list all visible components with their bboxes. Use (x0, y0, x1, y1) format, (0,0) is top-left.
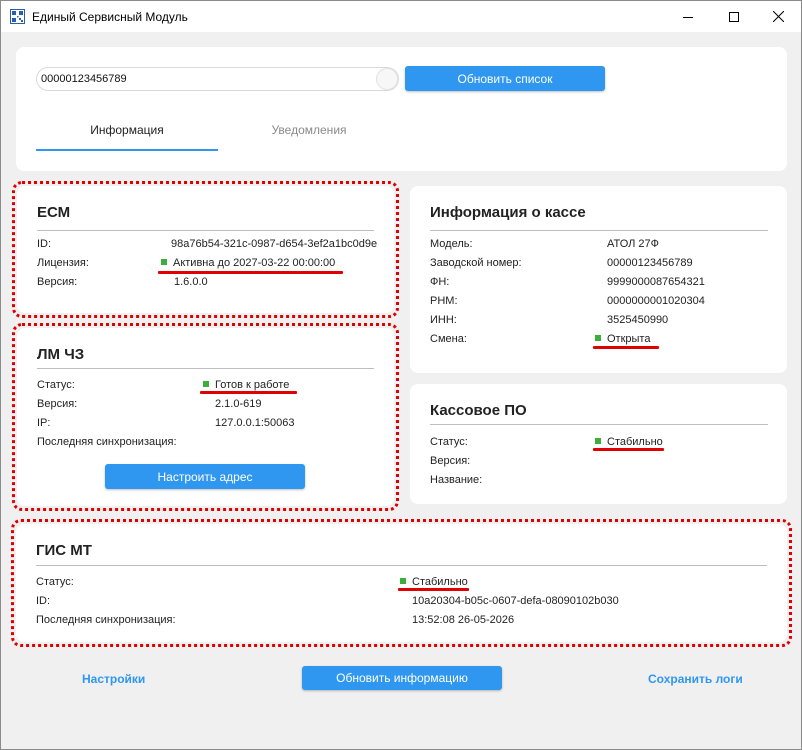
ecm-version-value: 1.6.0.0 (174, 276, 208, 288)
close-icon (772, 11, 784, 22)
cash-register-card: Информация о кассе Модель: АТОЛ 27Ф Заво… (410, 186, 787, 373)
status-ok-indicator (161, 259, 167, 265)
title-bar: Единый Сервисный Модуль (1, 1, 801, 32)
refresh-list-button[interactable]: Обновить список (405, 66, 605, 91)
window-title: Единый Сервисный Модуль (32, 10, 188, 24)
top-panel: Обновить список Информация Уведомления (16, 47, 787, 171)
kassa-fn-label: ФН: (430, 276, 450, 288)
status-ok-indicator (400, 578, 406, 584)
kassa-inn-value: 3525450990 (607, 314, 669, 326)
close-button[interactable] (755, 1, 801, 32)
divider (36, 565, 767, 566)
po-version-label: Версия: (430, 455, 471, 467)
gis-title: ГИС МТ (36, 542, 92, 559)
input-clear-knob[interactable] (376, 68, 398, 90)
kassa-fn-value: 9999000087654321 (607, 276, 705, 288)
maximize-button[interactable] (711, 1, 757, 32)
status-ok-indicator (595, 438, 601, 444)
highlight-underline (593, 448, 664, 451)
update-info-button[interactable]: Обновить информацию (302, 666, 502, 690)
highlight-underline (593, 346, 659, 349)
po-status-text: Стабильно (607, 436, 663, 448)
kassa-inn-label: ИНН: (430, 314, 457, 326)
ecm-license-value: Активна до 2027-03-22 00:00:00 (161, 257, 335, 269)
kassa-model-label: Модель: (430, 238, 473, 250)
kassa-serial-value: 00000123456789 (607, 257, 693, 269)
ecm-id-label: ID: (37, 238, 52, 250)
highlight-underline (200, 391, 297, 394)
serial-number-input[interactable] (36, 67, 399, 91)
active-tab-indicator (36, 149, 218, 151)
lm-status-text: Готов к работе (215, 379, 290, 391)
main-window: Единый Сервисный Модуль Обновить список … (0, 0, 802, 750)
kassa-rnm-value: 0000000001020304 (607, 295, 705, 307)
kassa-model-value: АТОЛ 27Ф (607, 238, 660, 250)
gis-mt-card: ГИС МТ Статус: Стабильно ID: 10a20304-b0… (16, 524, 787, 642)
tab-information[interactable]: Информация (36, 122, 218, 138)
ecm-license-text: Активна до 2027-03-22 00:00:00 (173, 257, 336, 269)
ecm-card: ЕСМ ID: 98a76b54-321c-0987-d654-3ef2a1bc… (17, 186, 394, 313)
cash-software-card: Кассовое ПО Статус: Стабильно Версия: На… (410, 384, 787, 504)
ecm-license-label: Лицензия: (37, 257, 89, 269)
kassa-shift-label: Смена: (430, 333, 467, 345)
kassa-shift-text: Открыта (607, 333, 651, 345)
kassa-serial-label: Заводской номер: (430, 257, 522, 269)
lm-chz-card: ЛМ ЧЗ Статус: Готов к работе Версия: 2.1… (17, 328, 394, 506)
kassa-title: Информация о кассе (430, 204, 586, 221)
highlight-underline (158, 271, 343, 274)
minimize-icon (683, 16, 693, 18)
configure-address-button[interactable]: Настроить адрес (105, 464, 305, 489)
lm-status-label: Статус: (37, 379, 75, 391)
lm-version-label: Версия: (37, 398, 78, 410)
gis-id-label: ID: (36, 595, 51, 607)
gis-status-value: Стабильно (400, 576, 468, 588)
po-status-value: Стабильно (595, 436, 663, 448)
minimize-button[interactable] (665, 1, 711, 32)
gis-id-value: 10a20304-b05c-0607-defa-08090102b030 (412, 595, 619, 607)
lm-ip-label: IP: (37, 417, 51, 429)
tab-notifications[interactable]: Уведомления (218, 122, 400, 138)
ecm-title: ЕСМ (37, 204, 71, 221)
po-status-label: Статус: (430, 436, 468, 448)
divider (37, 230, 374, 231)
ecm-version-label: Версия: (37, 276, 78, 288)
settings-link[interactable]: Настройки (82, 672, 145, 686)
maximize-icon (729, 11, 739, 22)
divider (37, 368, 374, 369)
gis-status-text: Стабильно (412, 576, 468, 588)
divider (430, 424, 768, 425)
status-ok-indicator (203, 381, 209, 387)
kassa-rnm-label: РНМ: (430, 295, 458, 307)
lm-title: ЛМ ЧЗ (37, 346, 85, 363)
lm-version-value: 2.1.0-619 (215, 398, 262, 410)
gis-status-label: Статус: (36, 576, 74, 588)
lm-status-value: Готов к работе (203, 379, 289, 391)
ecm-id-value: 98a76b54-321c-0987-d654-3ef2a1bc0d9e (171, 238, 378, 250)
status-ok-indicator (595, 335, 601, 341)
app-qr-icon (10, 9, 25, 24)
divider (430, 230, 768, 231)
save-logs-link[interactable]: Сохранить логи (648, 672, 743, 686)
po-title: Кассовое ПО (430, 402, 527, 419)
highlight-underline (398, 588, 469, 591)
po-name-label: Название: (430, 474, 483, 486)
lm-ip-value: 127.0.0.1:50063 (215, 417, 295, 429)
kassa-shift-value: Открыта (595, 333, 650, 345)
gis-sync-value: 13:52:08 26-05-2026 (412, 614, 515, 626)
gis-sync-label: Последняя синхронизация: (36, 614, 176, 626)
lm-sync-label: Последняя синхронизация: (37, 436, 177, 448)
